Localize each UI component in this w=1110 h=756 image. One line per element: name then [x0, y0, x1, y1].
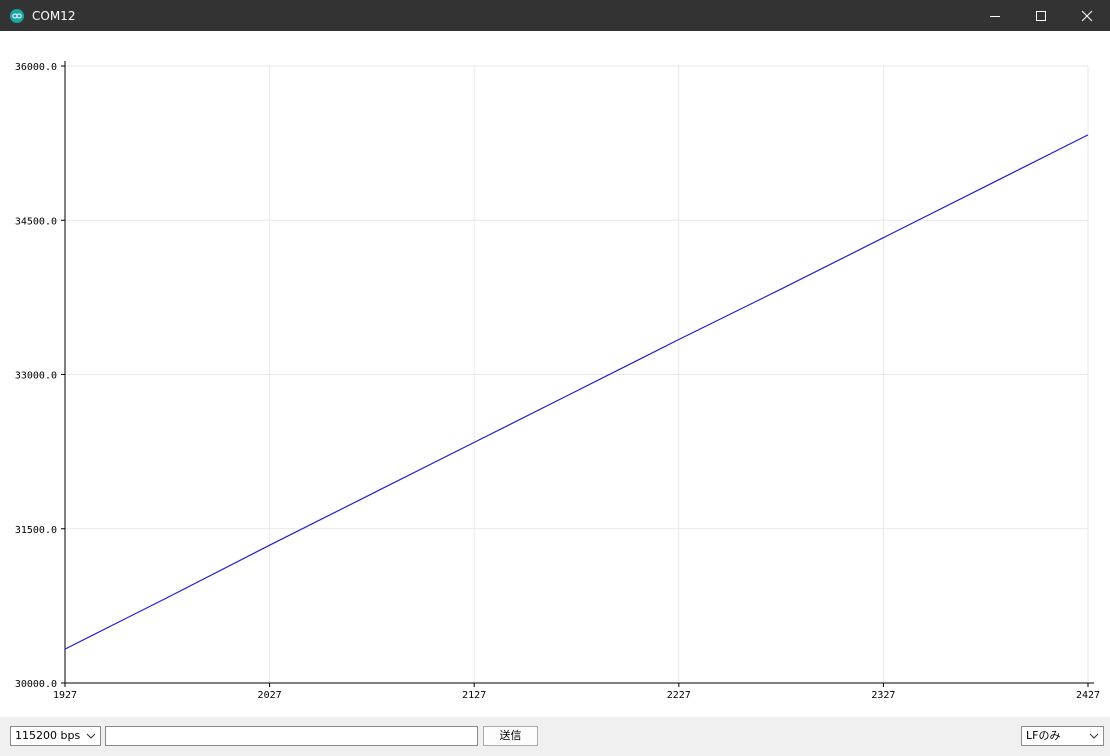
baud-rate-value: 115200 bps	[15, 729, 81, 742]
grid	[65, 65, 1089, 683]
send-input[interactable]	[105, 726, 478, 746]
bottom-toolbar: 115200 bps 送信 LFのみ	[0, 717, 1110, 756]
line-ending-value: LFのみ	[1026, 729, 1061, 742]
maximize-button[interactable]	[1018, 0, 1064, 31]
baud-rate-select[interactable]: 115200 bps	[10, 726, 101, 746]
x-tick-label: 2027	[258, 690, 282, 701]
x-tick-label: 1927	[53, 690, 77, 701]
chevron-down-icon	[86, 733, 96, 739]
y-tick-label: 31500.0	[15, 525, 57, 536]
series-line	[64, 134, 1089, 650]
y-tick-label: 34500.0	[15, 216, 57, 227]
maximize-icon	[1036, 10, 1046, 21]
y-tick-label: 30000.0	[15, 679, 57, 690]
window-controls	[972, 0, 1110, 31]
line-chart: 1927 2027 2127 2227 2327 2427 30000.0 31500.0 33…	[15, 61, 1100, 701]
x-tick-label: 2127	[462, 690, 486, 701]
minimize-button[interactable]	[972, 0, 1018, 31]
title-bar: COM12	[0, 0, 1110, 31]
y-tick-label: 33000.0	[15, 371, 57, 382]
tick-labels: 1927 2027 2127 2227 2327 2427 30000.0 31500.0 33…	[15, 62, 1100, 701]
close-icon	[1081, 10, 1093, 21]
serial-plotter-window: COM12 1927 2027 2127 2227 2327 2427 3000…	[0, 0, 1110, 756]
close-button[interactable]	[1064, 0, 1110, 31]
line-ending-select[interactable]: LFのみ	[1021, 726, 1104, 746]
send-button[interactable]: 送信	[483, 726, 538, 746]
chevron-down-icon	[1089, 733, 1099, 739]
x-tick-label: 2327	[871, 690, 895, 701]
window-title: COM12	[32, 8, 76, 23]
x-tick-label: 2427	[1076, 690, 1100, 701]
minimize-icon	[990, 15, 1000, 17]
x-tick-label: 2227	[667, 690, 691, 701]
arduino-icon	[10, 8, 24, 23]
y-tick-label: 36000.0	[15, 62, 57, 73]
series-layer	[64, 134, 1089, 650]
plot-area: 1927 2027 2127 2227 2327 2427 30000.0 31500.0 33…	[0, 31, 1110, 717]
